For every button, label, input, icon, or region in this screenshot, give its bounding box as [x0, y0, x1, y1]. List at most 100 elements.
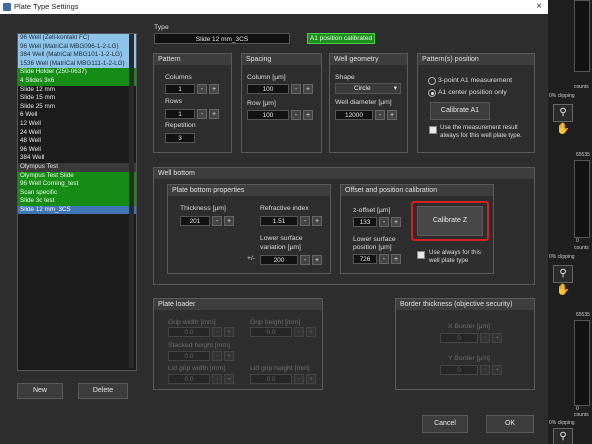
list-item[interactable]: 96 Well Corning_test — [18, 180, 136, 189]
lid-grip-width-decrement[interactable]: - — [212, 374, 222, 384]
lower-variation-increment[interactable]: + — [312, 255, 322, 265]
lower-variation-label-2: variation [µm] — [260, 244, 301, 251]
grip-height-field[interactable]: 0.0 — [250, 327, 292, 337]
type-name-field[interactable]: Slide 12 mm_3CS — [154, 33, 290, 44]
list-item[interactable]: 1536 Well (MatriCal MBG111-1-2-LG) — [18, 59, 136, 69]
column-spacing-field[interactable]: 100 — [247, 84, 289, 94]
use-always-checkbox[interactable] — [417, 251, 425, 259]
magnifier-icon[interactable]: ⚲ — [553, 104, 573, 122]
y-border-decrement[interactable]: - — [480, 365, 490, 375]
lid-grip-width-field[interactable]: 0.0 — [168, 374, 210, 384]
thickness-decrement[interactable]: - — [212, 216, 222, 226]
list-item[interactable]: 96 Well (Zell-kontakt FC) — [18, 34, 136, 43]
thickness-field[interactable]: 201 — [180, 216, 210, 226]
list-item[interactable]: 12 Well — [18, 119, 136, 129]
z-offset-increment[interactable]: + — [391, 217, 401, 227]
magnifier-icon-2[interactable]: ⚲ — [553, 265, 573, 283]
cancel-button[interactable]: Cancel — [422, 415, 468, 433]
list-item[interactable]: 96 Well — [18, 145, 136, 155]
well-diameter-increment[interactable]: + — [387, 110, 397, 120]
calibrate-z-button[interactable]: Calibrate Z — [417, 206, 483, 236]
plate-type-list[interactable]: 96 Well (Zell-kontakt FC) 96 Well (MatriC… — [17, 33, 137, 371]
list-item[interactable]: Slide 12 mm_3CS — [18, 205, 136, 215]
repetition-field[interactable]: 3 — [165, 133, 195, 143]
lower-position-field[interactable]: 726 — [353, 254, 377, 264]
rows-label: Rows — [165, 98, 182, 105]
grip-height-decrement[interactable]: - — [294, 327, 304, 337]
y-border-increment[interactable]: + — [492, 365, 502, 375]
list-item[interactable]: Slide 25 mm — [18, 102, 136, 112]
lower-variation-decrement[interactable]: - — [300, 255, 310, 265]
list-item[interactable]: Slide Holder (250-0637) — [18, 68, 136, 77]
rows-decrement[interactable]: - — [197, 109, 207, 119]
grip-width-decrement[interactable]: - — [212, 327, 222, 337]
stacked-height-increment[interactable]: + — [224, 351, 234, 361]
row-spacing-field[interactable]: 100 — [247, 110, 289, 120]
thickness-increment[interactable]: + — [224, 216, 234, 226]
radio-a1-center[interactable] — [428, 89, 436, 97]
radio-3-point[interactable] — [428, 77, 436, 85]
delete-button[interactable]: Delete — [78, 383, 128, 399]
columns-field[interactable]: 1 — [165, 84, 195, 94]
use-measurement-label-1: Use the measurement result — [440, 124, 518, 131]
list-item[interactable]: 4 Slides 3x6 — [18, 76, 136, 86]
magnifier-icon-3[interactable]: ⚲ — [553, 428, 573, 444]
list-item[interactable]: 48 Well — [18, 137, 136, 146]
list-scrollbar[interactable] — [129, 34, 134, 368]
lower-variation-field[interactable]: 200 — [260, 255, 298, 265]
column-spacing-decrement[interactable]: - — [291, 84, 301, 94]
z-offset-field[interactable]: 133 — [353, 217, 377, 227]
lid-grip-height-decrement[interactable]: - — [294, 374, 304, 384]
x-border-increment[interactable]: + — [492, 333, 502, 343]
lower-position-decrement[interactable]: - — [379, 254, 389, 264]
a1-calibrated-badge: A1 position calibrated — [307, 33, 375, 44]
refractive-index-increment[interactable]: + — [312, 216, 322, 226]
well-diameter-decrement[interactable]: - — [375, 110, 385, 120]
list-item[interactable]: Olympus Test Slide — [18, 171, 136, 181]
list-item[interactable]: 24 Well — [18, 128, 136, 138]
row-spacing-decrement[interactable]: - — [291, 110, 301, 120]
new-button[interactable]: New — [17, 383, 63, 399]
columns-increment[interactable]: + — [209, 84, 219, 94]
lid-grip-width-increment[interactable]: + — [224, 374, 234, 384]
lower-position-increment[interactable]: + — [391, 254, 401, 264]
list-item[interactable]: 384 Well — [18, 154, 136, 163]
stacked-height-field[interactable]: 0.0 — [168, 351, 210, 361]
calibrate-a1-button[interactable]: Calibrate A1 — [430, 102, 490, 120]
x-border-field[interactable]: 0 — [440, 333, 478, 343]
z-offset-decrement[interactable]: - — [379, 217, 389, 227]
list-item[interactable]: 384 Well (MatriCal MBG101-1-2-LG) — [18, 51, 136, 60]
row-spacing-increment[interactable]: + — [303, 110, 313, 120]
x-border-decrement[interactable]: - — [480, 333, 490, 343]
lid-grip-height-field[interactable]: 0.0 — [250, 374, 292, 384]
lower-position-label-2: position [µm] — [353, 244, 392, 251]
rows-increment[interactable]: + — [209, 109, 219, 119]
stacked-height-decrement[interactable]: - — [212, 351, 222, 361]
thickness-label: Thickness [µm] — [180, 205, 226, 212]
ok-button[interactable]: OK — [486, 415, 534, 433]
list-item[interactable]: 96 Well (MatriCal MBG096-1-2-LG) — [18, 42, 136, 52]
well-diameter-field[interactable]: 12000 — [335, 110, 373, 120]
list-item[interactable]: Olympus Test — [18, 162, 136, 172]
list-item[interactable]: Slide 15 mm — [18, 94, 136, 103]
grip-height-increment[interactable]: + — [306, 327, 316, 337]
columns-decrement[interactable]: - — [197, 84, 207, 94]
refractive-index-decrement[interactable]: - — [300, 216, 310, 226]
list-item[interactable]: Scan specific — [18, 188, 136, 198]
rows-field[interactable]: 1 — [165, 109, 195, 119]
list-item[interactable]: Slide 12 mm — [18, 85, 136, 95]
column-spacing-increment[interactable]: + — [303, 84, 313, 94]
grip-width-field[interactable]: 0.0 — [168, 327, 210, 337]
stacked-height-label: Stacked height [mm] — [168, 342, 230, 349]
y-border-field[interactable]: 0 — [440, 365, 478, 375]
list-item[interactable]: Slide 3c test — [18, 197, 136, 206]
use-measurement-checkbox[interactable] — [429, 126, 437, 134]
close-icon[interactable]: × — [536, 1, 542, 12]
hand-icon-2[interactable]: ✋ — [556, 283, 570, 296]
hand-icon[interactable]: ✋ — [556, 122, 570, 135]
refractive-index-field[interactable]: 1.51 — [260, 216, 298, 226]
grip-width-increment[interactable]: + — [224, 327, 234, 337]
list-item[interactable]: 6 Well — [18, 111, 136, 120]
shape-dropdown[interactable]: Circle ▾ — [335, 83, 401, 94]
lid-grip-height-increment[interactable]: + — [306, 374, 316, 384]
